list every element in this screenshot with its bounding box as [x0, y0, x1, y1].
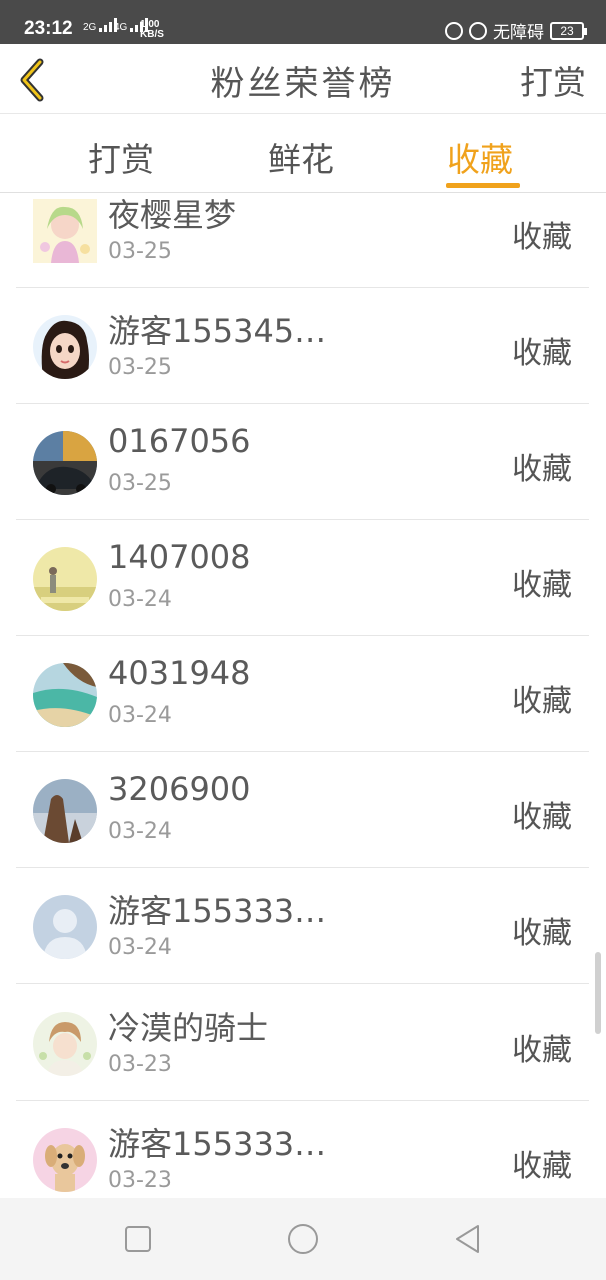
fan-action: 收藏	[512, 1033, 572, 1068]
system-nav-bar	[0, 1198, 606, 1280]
boy-field-avatar	[33, 547, 97, 611]
net-type-2: 4G	[114, 22, 128, 33]
active-tab-indicator	[446, 183, 520, 188]
cartoon-girl-avatar	[33, 315, 97, 379]
tab-flowers[interactable]: 鲜花	[268, 133, 334, 181]
beach-coast-avatar	[33, 663, 97, 727]
fan-name: 1407008	[108, 538, 251, 576]
fan-action: 收藏	[512, 220, 572, 255]
network-speed: 1.00 KB/S	[140, 20, 164, 40]
status-bar: 23:12 2G 4G 1.00 KB/S 无障碍 23	[0, 0, 606, 44]
fan-action: 收藏	[512, 916, 572, 951]
default-user-avatar	[33, 895, 97, 959]
fan-action: 收藏	[512, 336, 572, 371]
fan-name: 游客155345…	[108, 312, 327, 350]
fan-name: 冷漠的骑士	[108, 1009, 269, 1047]
fan-date: 03-24	[108, 587, 172, 612]
list-item[interactable]: 3206900 03-24 收藏	[16, 752, 589, 868]
car-street-avatar	[33, 431, 97, 495]
accessibility-label: 无障碍	[493, 23, 544, 42]
fan-list[interactable]: 夜樱星梦 03-25 收藏 游客155345… 03-25 收藏 0167056…	[0, 193, 606, 1198]
list-item[interactable]: 游客155345… 03-25 收藏	[16, 288, 589, 404]
fan-action: 收藏	[512, 684, 572, 719]
fan-name: 0167056	[108, 422, 251, 460]
list-item[interactable]: 夜樱星梦 03-25 收藏	[16, 193, 589, 288]
speed-unit: KB/S	[140, 29, 164, 40]
sea-rock-avatar	[33, 779, 97, 843]
tab-bar: 打赏 鲜花 收藏	[0, 115, 606, 193]
status-time: 23:12	[24, 18, 73, 39]
fan-date: 03-25	[108, 355, 172, 380]
fan-date: 03-23	[108, 1168, 172, 1193]
fan-name: 3206900	[108, 770, 251, 808]
page-title: 粉丝荣誉榜	[210, 64, 396, 104]
scrollbar[interactable]	[595, 952, 601, 1034]
tab-reward[interactable]: 打赏	[88, 133, 154, 181]
fan-action: 收藏	[512, 452, 572, 487]
header: 粉丝荣誉榜 打赏	[0, 44, 606, 114]
reward-button[interactable]: 打赏	[520, 56, 586, 104]
battery-icon: 23	[550, 21, 587, 40]
tab-favorites[interactable]: 收藏	[447, 133, 513, 181]
fan-date: 03-25	[108, 239, 172, 264]
fan-action: 收藏	[512, 568, 572, 603]
circle-home-icon[interactable]	[286, 1222, 320, 1256]
fan-name: 游客155333…	[108, 892, 327, 930]
alarm-clock-icon	[469, 21, 487, 40]
fan-action: 收藏	[512, 800, 572, 835]
square-recent-icon[interactable]	[121, 1222, 155, 1256]
fan-date: 03-25	[108, 471, 172, 496]
anime-girl-avatar	[33, 199, 97, 263]
fan-name: 4031948	[108, 654, 251, 692]
battery-level: 23	[560, 23, 574, 38]
fan-date: 03-23	[108, 1052, 172, 1077]
status-right: 无障碍 23	[445, 18, 587, 43]
fan-name: 夜樱星梦	[108, 196, 237, 234]
list-item[interactable]: 冷漠的骑士 03-23 收藏	[16, 985, 589, 1101]
list-item[interactable]: 游客155333… 03-24 收藏	[16, 868, 589, 984]
puppy-avatar	[33, 1128, 97, 1192]
fan-date: 03-24	[108, 819, 172, 844]
list-item[interactable]: 游客155333… 03-23 收藏	[16, 1101, 589, 1198]
fan-date: 03-24	[108, 935, 172, 960]
list-item[interactable]: 4031948 03-24 收藏	[16, 636, 589, 752]
triangle-back-icon[interactable]	[451, 1222, 485, 1256]
lock-rotation-icon	[445, 21, 463, 40]
net-type-1: 2G	[83, 22, 97, 33]
fan-name: 游客155333…	[108, 1125, 327, 1163]
list-item[interactable]: 1407008 03-24 收藏	[16, 520, 589, 636]
fan-date: 03-24	[108, 703, 172, 728]
fan-action: 收藏	[512, 1149, 572, 1184]
anime-boy-avatar	[33, 1012, 97, 1076]
list-item[interactable]: 0167056 03-25 收藏	[16, 404, 589, 520]
